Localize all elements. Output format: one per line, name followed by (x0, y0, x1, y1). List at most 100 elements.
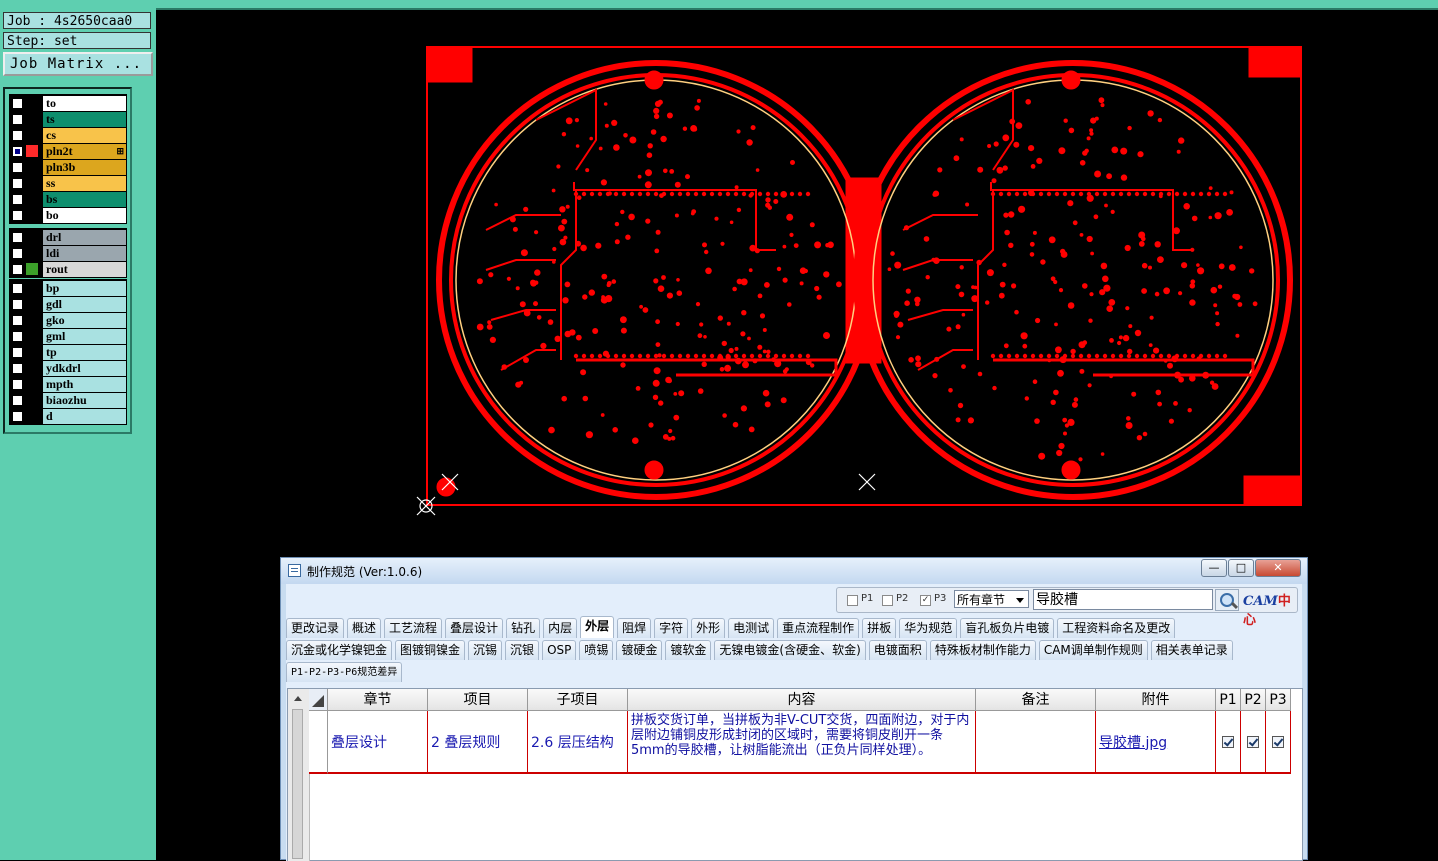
layer-row-drl[interactable]: drl (9, 229, 127, 245)
column-header-content[interactable]: 内容 (628, 689, 976, 711)
tab[interactable]: 拼板 (862, 618, 897, 638)
layer-display-swatch[interactable] (26, 263, 38, 275)
layer-display-swatch[interactable] (26, 177, 38, 189)
tab[interactable]: 相关表单记录 (1150, 640, 1233, 660)
p1-check-icon[interactable] (1222, 735, 1234, 748)
layer-name[interactable]: gdl (43, 296, 126, 312)
layer-display-swatch[interactable] (26, 113, 38, 125)
layer-name[interactable]: pln3b (43, 159, 126, 175)
tab[interactable]: 内层 (543, 618, 578, 638)
job-matrix-button[interactable]: Job Matrix ... (3, 52, 153, 76)
tab[interactable]: 沉金或化学镍钯金 (286, 640, 393, 660)
search-icon[interactable] (1215, 589, 1239, 611)
column-header-chapter[interactable]: 章节 (328, 689, 428, 711)
layer-row-ydkdrl[interactable]: ydkdrl (9, 360, 127, 376)
layer-display-swatch[interactable] (26, 145, 38, 157)
layer-checkbox[interactable] (12, 362, 23, 374)
layer-row-bp[interactable]: bp (9, 280, 127, 296)
layer-display-swatch[interactable] (26, 394, 38, 406)
tab[interactable]: 电测试 (728, 618, 775, 638)
layer-display-swatch[interactable] (26, 378, 38, 390)
layer-name[interactable]: to (43, 95, 126, 111)
layer-row-ldi[interactable]: ldi (9, 245, 127, 261)
row-select-header[interactable] (309, 689, 328, 711)
layer-row-gdl[interactable]: gdl (9, 296, 127, 312)
p2-check-icon[interactable] (1247, 735, 1259, 748)
layer-checkbox[interactable] (12, 129, 23, 141)
layer-checkbox[interactable] (12, 161, 23, 173)
layer-display-swatch[interactable] (26, 330, 38, 342)
expand-icon[interactable]: ⊞ (116, 144, 124, 159)
layer-row-ts[interactable]: ts (9, 111, 127, 127)
layer-checkbox[interactable] (12, 231, 23, 243)
layer-row-pln3b[interactable]: pln3b (9, 159, 127, 175)
layer-name[interactable]: mpth (43, 376, 126, 392)
cell-p1[interactable] (1216, 711, 1241, 774)
layer-row-biaozhu[interactable]: biaozhu (9, 392, 127, 408)
layer-display-swatch[interactable] (26, 193, 38, 205)
layer-name[interactable]: d (43, 408, 126, 424)
layer-display-swatch[interactable] (26, 231, 38, 243)
tab[interactable]: 叠层设计 (445, 618, 504, 638)
cell-p2[interactable] (1241, 711, 1266, 774)
layer-name[interactable]: ydkdrl (43, 360, 126, 376)
p3-checkbox[interactable]: ✓ (920, 595, 931, 606)
layer-name[interactable]: gml (43, 328, 126, 344)
cell-subitem[interactable]: 2.6 层压结构 (528, 711, 628, 774)
tab[interactable]: 概述 (347, 618, 382, 638)
column-header-attachment[interactable]: 附件 (1096, 689, 1216, 711)
layer-display-swatch[interactable] (26, 314, 38, 326)
layer-row-pln2t[interactable]: pln2t ⊞ (9, 143, 127, 159)
tab[interactable]: 更改记录 (286, 618, 345, 638)
tab[interactable]: 外形 (691, 618, 726, 638)
layer-checkbox[interactable] (12, 378, 23, 390)
layer-display-swatch[interactable] (26, 410, 38, 422)
layer-checkbox[interactable] (12, 177, 23, 189)
tab[interactable]: 沉锡 (468, 640, 503, 660)
layer-display-swatch[interactable] (26, 129, 38, 141)
p2-checkbox[interactable] (882, 595, 893, 606)
layer-row-tp[interactable]: tp (9, 344, 127, 360)
tab[interactable]: 电镀面积 (868, 640, 927, 660)
tab[interactable]: 喷锡 (579, 640, 614, 660)
layer-row-bo[interactable]: bo (9, 207, 127, 223)
layer-checkbox[interactable] (12, 330, 23, 342)
tab[interactable]: 重点流程制作 (777, 618, 860, 638)
column-header-note[interactable]: 备注 (976, 689, 1096, 711)
layer-name[interactable]: rout (43, 261, 126, 277)
layer-checkbox[interactable] (12, 97, 23, 109)
tab[interactable]: 图镀铜镍金 (395, 640, 466, 660)
layer-checkbox[interactable] (12, 193, 23, 205)
scroll-thumb[interactable] (292, 709, 303, 859)
layer-checkbox[interactable] (12, 298, 23, 310)
tab[interactable]: 字符 (654, 618, 689, 638)
layer-display-swatch[interactable] (26, 362, 38, 374)
minimize-button[interactable]: — (1201, 559, 1227, 577)
tab[interactable]: 华为规范 (899, 618, 958, 638)
tab[interactable]: 无镍电镀金(含硬金、软金) (714, 640, 866, 660)
layer-name[interactable]: ts (43, 111, 126, 127)
layer-checkbox[interactable] (12, 113, 23, 125)
column-header-p2[interactable]: P2 (1241, 689, 1266, 711)
tab[interactable]: 阻焊 (617, 618, 652, 638)
layer-name[interactable]: pln2t ⊞ (43, 143, 126, 159)
tab[interactable]: 盲孔板负片电镀 (960, 618, 1055, 638)
layer-name[interactable]: ss (43, 175, 126, 191)
cell-content[interactable]: 拼板交货订单，当拼板为非V-CUT交货，四面附边，对于内层附边铺铜皮形成封闭的区… (628, 711, 976, 774)
layer-name[interactable]: tp (43, 344, 126, 360)
close-button[interactable]: ✕ (1255, 559, 1301, 577)
cell-attachment[interactable]: 导胶槽.jpg (1096, 711, 1216, 774)
layer-checkbox[interactable] (12, 346, 23, 358)
tab[interactable]: 沉银 (505, 640, 540, 660)
layer-row-cs[interactable]: cs (9, 127, 127, 143)
tab[interactable]: 工程资料命名及更改 (1057, 618, 1176, 638)
chapter-select[interactable]: 所有章节 (954, 590, 1029, 608)
layer-display-swatch[interactable] (26, 209, 38, 221)
layer-checkbox[interactable] (12, 410, 23, 422)
layer-name[interactable]: biaozhu (43, 392, 126, 408)
layer-checkbox[interactable] (12, 314, 23, 326)
tab[interactable]: P1-P2-P3-P6规范差异 (286, 662, 403, 682)
tab[interactable]: OSP (542, 640, 577, 660)
layer-name[interactable]: drl (43, 229, 126, 245)
layer-checkbox[interactable] (12, 282, 23, 294)
